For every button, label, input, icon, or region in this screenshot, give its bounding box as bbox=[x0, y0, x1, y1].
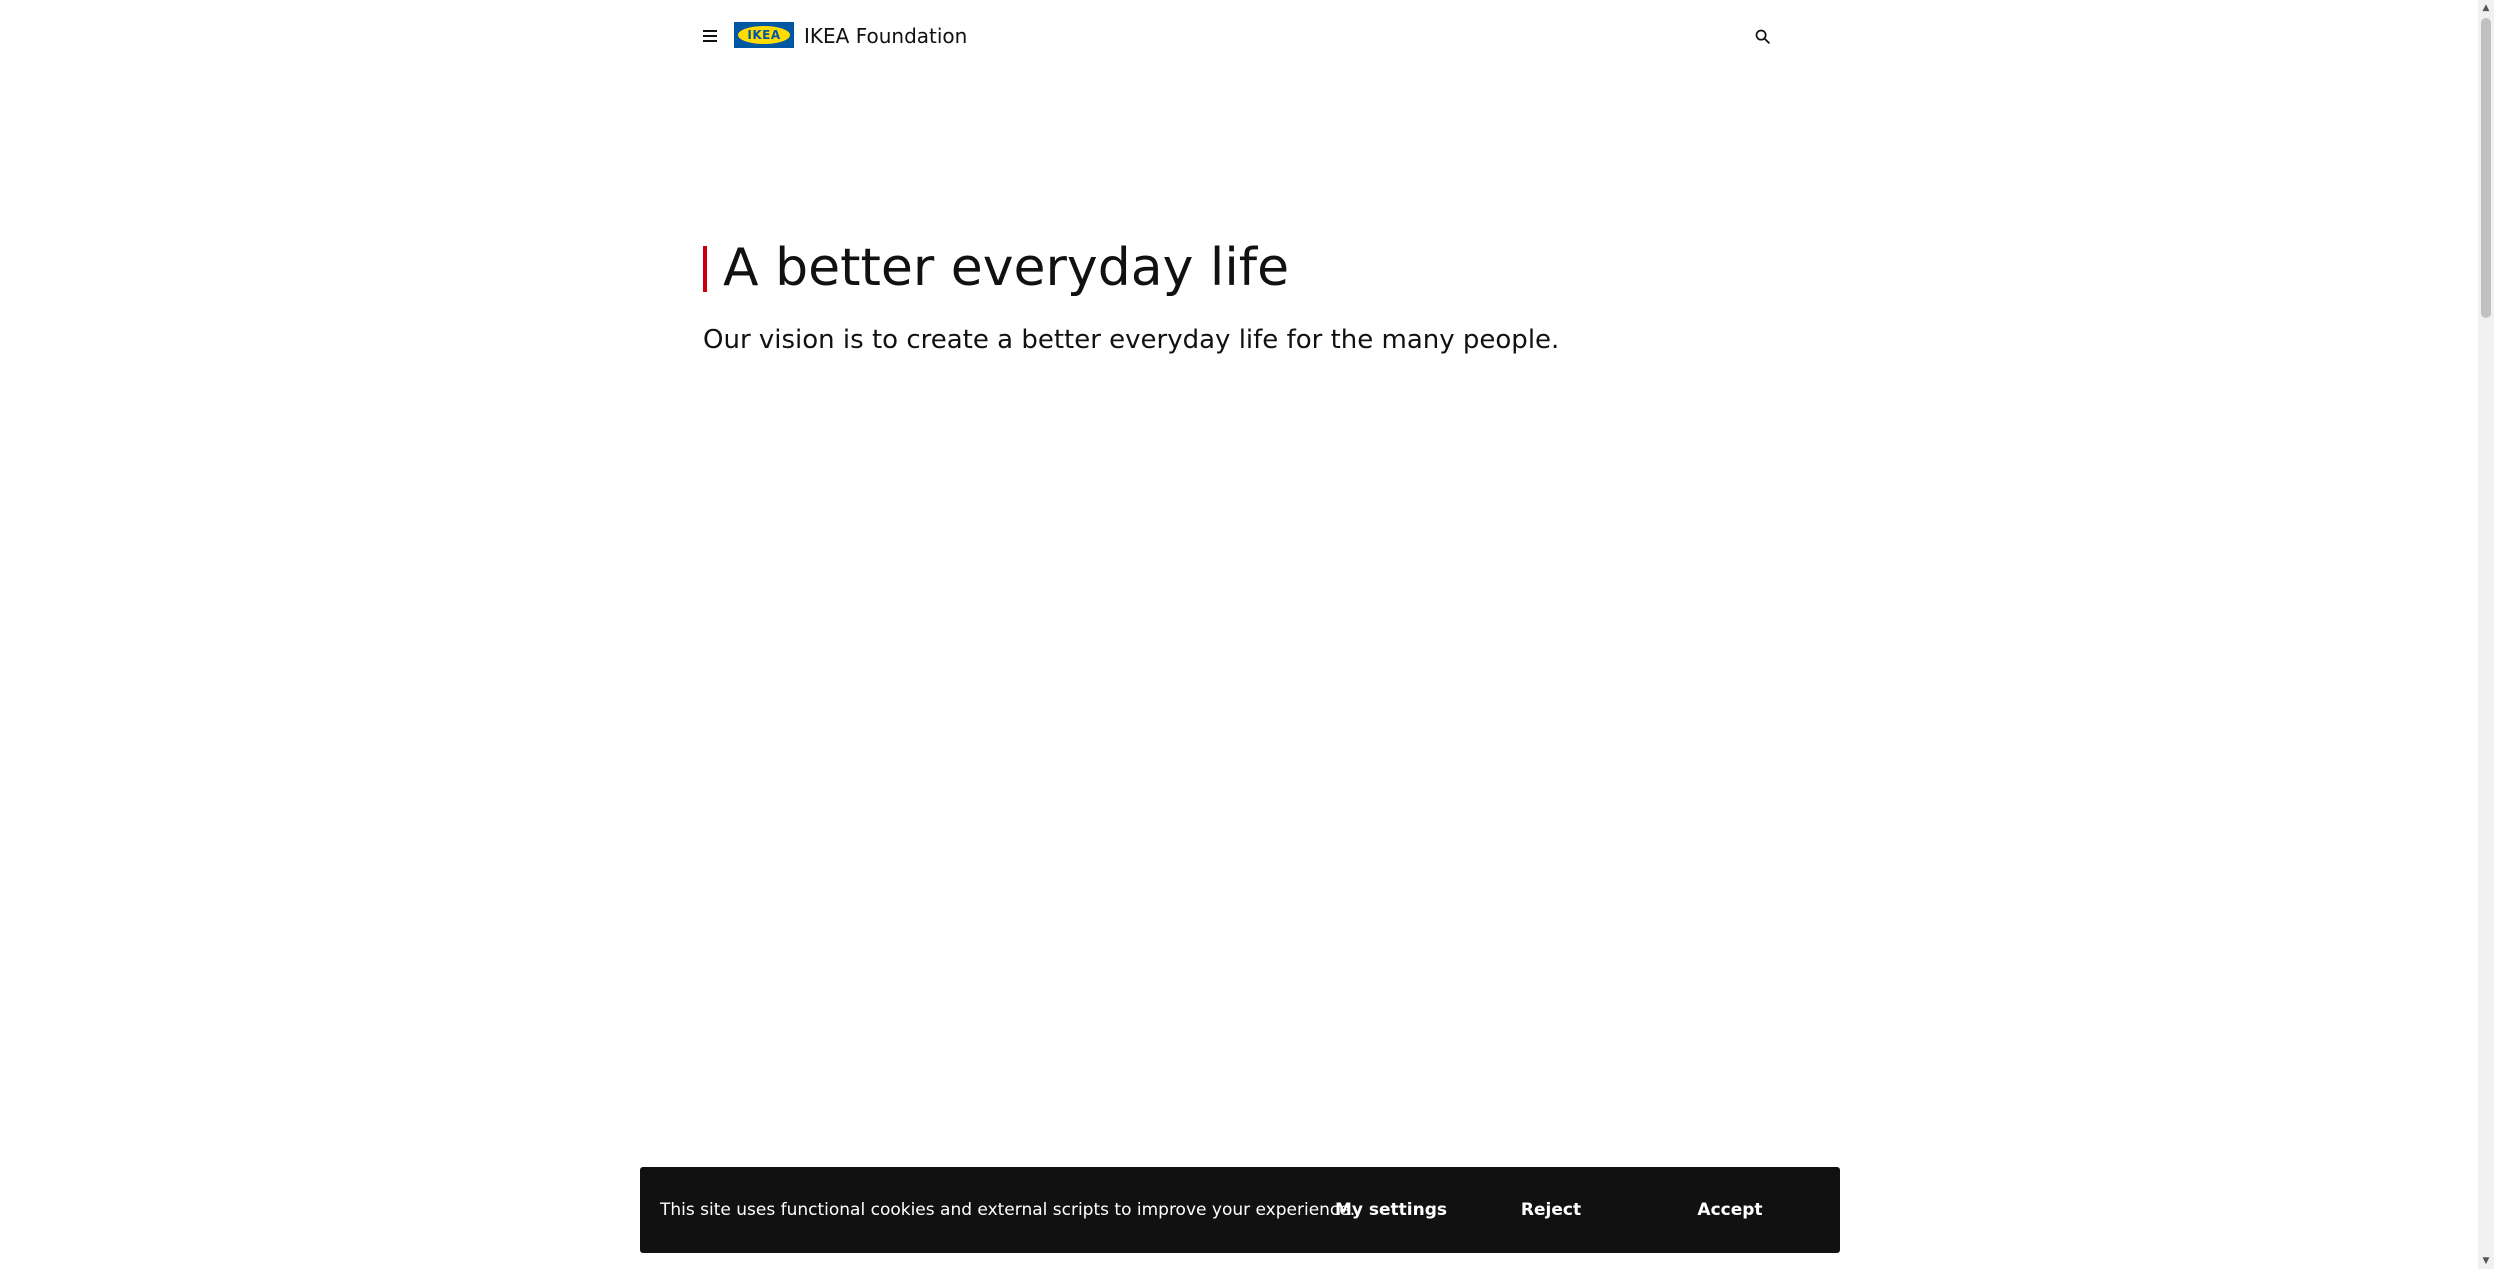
menu-line bbox=[703, 30, 717, 32]
menu-line bbox=[703, 40, 717, 42]
menu-line bbox=[703, 35, 717, 37]
search-icon bbox=[1755, 29, 1770, 44]
page-title-text: A better everyday life bbox=[723, 238, 1290, 298]
page-title: A better everyday life bbox=[703, 236, 1803, 300]
ikea-logo[interactable]: IKEA bbox=[734, 22, 794, 48]
search-button[interactable] bbox=[1750, 24, 1774, 48]
logo-wordmark: IKEA bbox=[747, 28, 781, 42]
logo-oval: IKEA bbox=[738, 26, 790, 44]
site-name-link[interactable]: IKEA Foundation bbox=[804, 22, 967, 50]
scrollbar-thumb[interactable] bbox=[2481, 18, 2491, 318]
reject-button[interactable]: Reject bbox=[1480, 1188, 1622, 1232]
cookie-message: This site uses functional cookies and ex… bbox=[660, 1200, 1356, 1220]
scroll-up-arrow-icon[interactable]: ▲ bbox=[2478, 0, 2494, 16]
site-header: IKEA IKEA Foundation bbox=[0, 0, 2478, 72]
my-settings-button[interactable]: My settings bbox=[1320, 1188, 1462, 1232]
hamburger-menu-button[interactable] bbox=[696, 22, 724, 50]
vertical-scrollbar[interactable]: ▲ ▼ bbox=[2478, 0, 2494, 1269]
scroll-down-arrow-icon[interactable]: ▼ bbox=[2478, 1253, 2494, 1269]
vision-statement: Our vision is to create a better everyda… bbox=[703, 325, 1560, 355]
page: IKEA IKEA Foundation A better everyday l… bbox=[0, 0, 2494, 1269]
hero-section: A better everyday life Our vision is to … bbox=[703, 236, 1803, 358]
title-accent-bar bbox=[703, 246, 707, 292]
accept-button[interactable]: Accept bbox=[1640, 1188, 1820, 1232]
cookie-banner: This site uses functional cookies and ex… bbox=[640, 1167, 1840, 1253]
